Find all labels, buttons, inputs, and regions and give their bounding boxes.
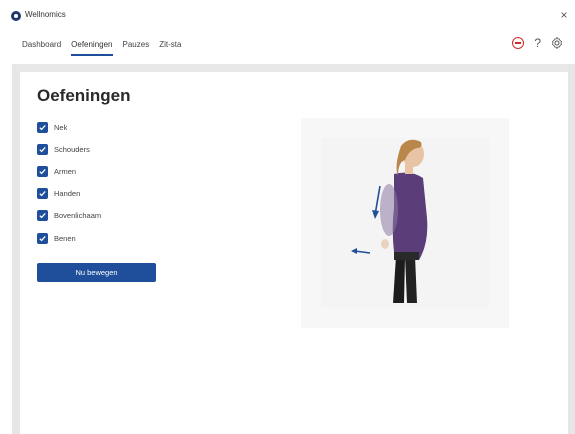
exercise-figure-icon bbox=[321, 138, 489, 308]
option-bovenlichaam[interactable]: Bovenlichaam bbox=[37, 209, 101, 221]
app-title: Wellnomics bbox=[25, 10, 66, 19]
option-handen[interactable]: Handen bbox=[37, 187, 80, 199]
title-bar: Wellnomics × bbox=[0, 0, 575, 32]
option-label: Armen bbox=[54, 166, 77, 176]
option-label: Bovenlichaam bbox=[54, 210, 102, 220]
exercise-illustration bbox=[301, 118, 509, 328]
option-nek[interactable]: Nek bbox=[37, 121, 67, 133]
page-title: Oefeningen bbox=[37, 86, 131, 105]
option-label: Handen bbox=[54, 188, 81, 198]
tab-oefeningen[interactable]: Oefeningen bbox=[71, 40, 113, 56]
move-now-button[interactable]: Nu bewegen bbox=[37, 263, 156, 282]
option-label: Schouders bbox=[54, 144, 90, 154]
close-button[interactable]: × bbox=[557, 8, 571, 22]
checkbox-checked-icon[interactable] bbox=[37, 232, 48, 244]
tab-zit-sta[interactable]: Zit-sta bbox=[159, 40, 181, 56]
gear-icon[interactable] bbox=[551, 37, 563, 49]
checkbox-checked-icon[interactable] bbox=[37, 209, 48, 221]
help-icon[interactable]: ? bbox=[534, 37, 541, 49]
option-armen[interactable]: Armen bbox=[37, 165, 76, 177]
checkbox-checked-icon[interactable] bbox=[37, 143, 48, 155]
stop-icon[interactable] bbox=[512, 37, 525, 49]
main-nav: Dashboard Oefeningen Pauzes Zit-sta bbox=[22, 40, 181, 56]
tab-dashboard[interactable]: Dashboard bbox=[22, 40, 61, 56]
option-schouders[interactable]: Schouders bbox=[37, 143, 90, 155]
option-label: Benen bbox=[54, 233, 76, 243]
tab-pauzes[interactable]: Pauzes bbox=[123, 40, 150, 56]
checkbox-checked-icon[interactable] bbox=[37, 187, 48, 199]
app-logo-icon bbox=[11, 11, 21, 21]
option-label: Nek bbox=[54, 122, 68, 132]
checkbox-checked-icon[interactable] bbox=[37, 165, 48, 177]
option-benen[interactable]: Benen bbox=[37, 232, 76, 244]
nav-icons: ? bbox=[512, 37, 563, 49]
checkbox-checked-icon[interactable] bbox=[37, 121, 48, 133]
